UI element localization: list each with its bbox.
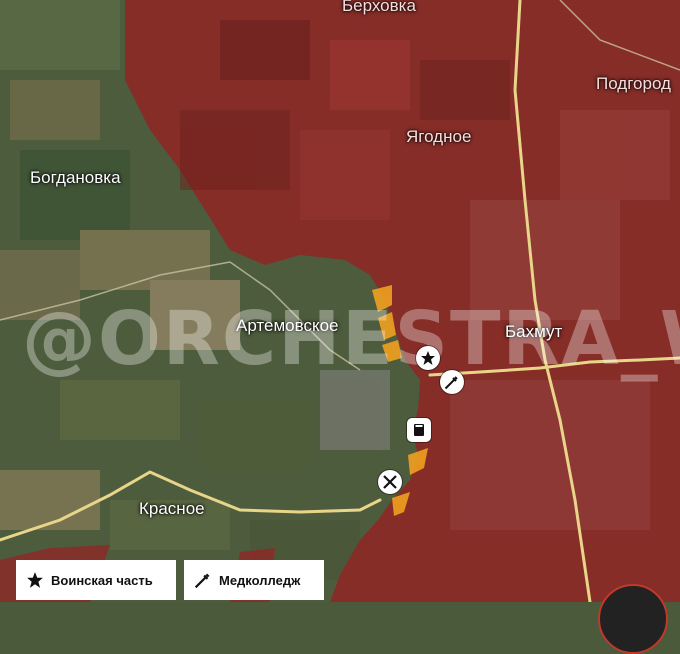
legend-medical-college: Медколледж [184,560,324,600]
watermark: @ORCHESTRA_W [22,296,680,382]
legend-military-unit: Воинская часть [16,560,176,600]
star-icon[interactable] [416,346,440,370]
place-krasnoe: Красное [139,499,205,518]
legend-label-military-unit: Воинская часть [51,572,153,588]
place-bogdanovka: Богдановка [30,168,121,187]
crossed-swords-icon[interactable] [378,470,402,494]
channel-logo [598,584,668,654]
legend-label-medical-college: Медколледж [219,572,301,588]
syringe-icon [194,573,210,589]
place-podgorodnoe: Подгород [596,74,671,93]
syringe-icon[interactable] [440,370,464,394]
star-icon [27,572,43,588]
book-icon[interactable] [407,418,431,442]
place-verkhovka: Берховка [342,0,416,15]
place-yagodnoe: Ягодное [406,127,472,146]
